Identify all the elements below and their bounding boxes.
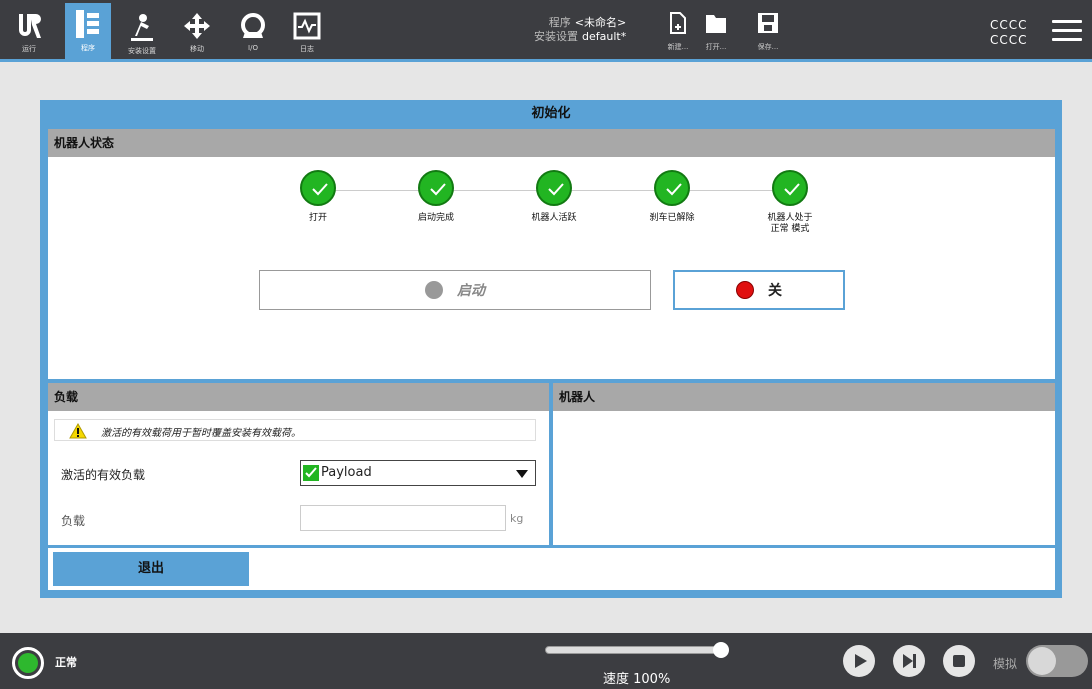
log-icon	[293, 12, 321, 40]
step-brakes-released: 刹车已解除	[622, 170, 722, 224]
payload-mass-label: 负载	[61, 514, 86, 528]
step-robot-active: 机器人活跃	[504, 170, 604, 224]
speed-slider-handle[interactable]	[713, 642, 729, 658]
step-icon	[903, 654, 916, 668]
payload-warning-text: 激活的有效载荷用于暂时覆盖安装有效载荷。	[101, 428, 301, 439]
nav-installation-label: 安装设置	[128, 47, 156, 55]
program-info: 程序 <未命名> 安装设置 default*	[534, 16, 626, 44]
check-icon	[418, 170, 454, 206]
simulation-toggle[interactable]	[1026, 645, 1088, 677]
robot-panel-header: 机器人	[553, 383, 1055, 411]
installation-name: default*	[582, 30, 627, 43]
start-button[interactable]: 启动	[259, 270, 651, 310]
step-power-on: 打开	[268, 170, 368, 224]
new-button-label: 新建...	[667, 43, 689, 51]
save-icon	[758, 13, 778, 33]
check-icon	[300, 170, 336, 206]
step-label: 机器人处于 正常 模式	[767, 213, 813, 234]
payload-unit: kg	[510, 512, 524, 525]
stop-icon	[953, 655, 965, 667]
installation-label: 安装设置	[534, 30, 578, 43]
footer-bar: 正常 速度 100% 模拟	[0, 633, 1092, 689]
nav-program-label: 程序	[81, 44, 95, 52]
user-code-line1: CCCC	[990, 18, 1028, 32]
payload-header: 负载	[48, 383, 549, 411]
play-button[interactable]	[843, 645, 875, 677]
active-payload-value: Payload	[321, 465, 372, 480]
nav-move[interactable]: 移动	[174, 6, 220, 60]
payload-warning: 激活的有效载荷用于暂时覆盖安装有效载荷。	[54, 419, 536, 441]
open-button-label: 打开...	[705, 43, 727, 51]
play-icon	[855, 654, 867, 668]
robot-state-panel: 机器人状态	[48, 129, 1055, 379]
save-button-label: 保存...	[757, 43, 779, 51]
user-code[interactable]: CCCC CCCC	[990, 18, 1028, 48]
step-booted: 启动完成	[386, 170, 486, 224]
nav-run-label: 运行	[22, 45, 36, 53]
robot-panel: 机器人	[553, 383, 1055, 545]
red-dot-icon	[736, 281, 754, 299]
header-bar: 运行 程序 安装设置 移动 I/O 日志 程序 <未命名> 安装设置 defau…	[0, 0, 1092, 62]
step-normal-mode: 机器人处于 正常 模式	[740, 170, 840, 235]
ur-logo-icon	[19, 14, 41, 38]
robot-status-icon[interactable]	[12, 647, 44, 679]
step-button[interactable]	[893, 645, 925, 677]
check-icon	[536, 170, 572, 206]
nav-program[interactable]: 程序	[65, 3, 111, 59]
start-button-label: 启动	[457, 283, 485, 299]
dialog-title: 初始化	[531, 106, 571, 121]
step-label: 启动完成	[417, 213, 454, 223]
step-label: 机器人活跃	[531, 213, 577, 223]
new-file-icon	[670, 12, 686, 34]
robot-state-header: 机器人状态	[48, 129, 1055, 157]
stop-button[interactable]	[943, 645, 975, 677]
move-icon	[184, 13, 210, 39]
nav-log[interactable]: 日志	[284, 6, 330, 60]
step-label: 打开	[308, 213, 327, 223]
folder-icon	[706, 15, 726, 33]
program-name: <未命名>	[574, 16, 627, 29]
grey-dot-icon	[425, 281, 443, 299]
nav-move-label: 移动	[190, 45, 204, 53]
check-icon	[772, 170, 808, 206]
nav-io[interactable]: I/O	[230, 6, 276, 60]
payload-mass-input[interactable]	[300, 505, 506, 531]
program-icon	[76, 10, 99, 38]
new-button[interactable]: 新建...	[658, 12, 698, 52]
simulation-label: 模拟	[993, 657, 1018, 671]
speed-slider[interactable]	[545, 642, 729, 658]
check-icon	[654, 170, 690, 206]
active-payload-label: 激活的有效负载	[61, 468, 146, 482]
nav-log-label: 日志	[300, 45, 314, 53]
robot-status-text: 正常	[55, 656, 77, 669]
nav-run[interactable]: 运行	[6, 6, 52, 60]
exit-button[interactable]: 退出	[53, 552, 249, 586]
installation-icon	[131, 14, 153, 41]
nav-installation[interactable]: 安装设置	[119, 6, 165, 60]
nav-io-label: I/O	[248, 44, 258, 52]
off-button[interactable]: 关	[673, 270, 845, 310]
speed-text: 速度 100%	[603, 672, 671, 687]
save-button[interactable]: 保存...	[748, 12, 788, 52]
simulation-toggle-knob	[1028, 647, 1056, 675]
user-code-line2: CCCC	[990, 33, 1028, 47]
off-button-label: 关	[768, 283, 782, 299]
step-label: 刹车已解除	[649, 213, 695, 223]
io-icon	[241, 13, 265, 38]
chevron-down-icon	[516, 470, 528, 478]
hamburger-menu-icon[interactable]	[1052, 20, 1082, 42]
open-button[interactable]: 打开...	[696, 12, 736, 52]
payload-check-icon	[303, 465, 319, 481]
active-payload-select[interactable]: Payload	[300, 460, 536, 486]
warning-icon	[69, 423, 87, 439]
program-label: 程序	[548, 16, 571, 29]
